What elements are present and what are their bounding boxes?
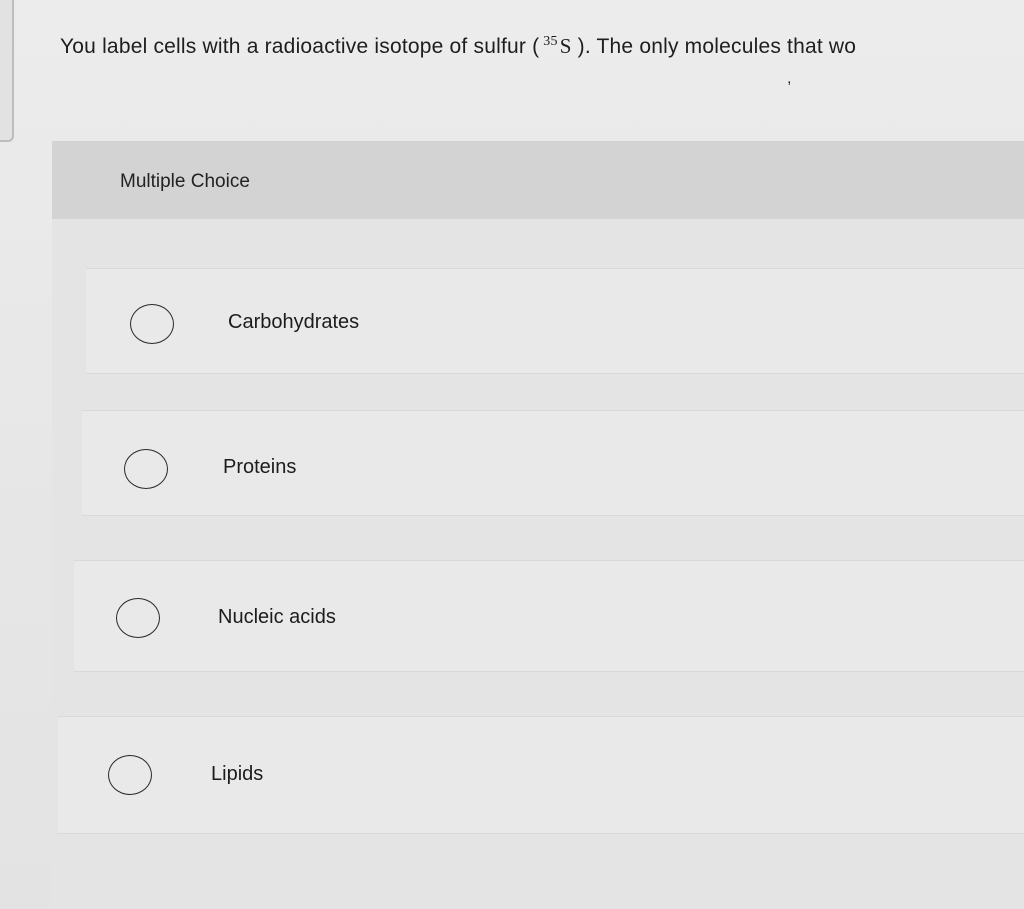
stray-mark: ,	[787, 70, 792, 87]
question-text-before: You label cells with a radioactive isoto…	[60, 35, 540, 58]
radio-button-icon[interactable]	[124, 449, 168, 489]
question-text-after: ). The only molecules that wo	[577, 35, 857, 58]
radio-button-icon[interactable]	[108, 755, 152, 795]
answer-option-label: Proteins	[223, 456, 297, 478]
answer-option-carbohydrates[interactable]: Carbohydrates	[86, 268, 1024, 374]
isotope-symbol: S	[559, 34, 572, 58]
question-type-label: Multiple Choice	[120, 171, 250, 192]
answer-option-lipids[interactable]: Lipids	[58, 716, 1024, 834]
radio-button-icon[interactable]	[116, 598, 160, 638]
answer-option-label: Lipids	[211, 763, 264, 785]
answer-option-label: Nucleic acids	[218, 606, 336, 628]
question-type-header: Multiple Choice	[52, 141, 1024, 219]
isotope-mass-number: 35	[543, 34, 558, 49]
answer-option-label: Carbohydrates	[228, 311, 360, 333]
answer-option-nucleic-acids[interactable]: Nucleic acids	[74, 560, 1024, 672]
answer-option-proteins[interactable]: Proteins	[82, 410, 1024, 516]
previous-panel-edge	[0, 0, 14, 142]
radio-button-icon[interactable]	[130, 304, 174, 344]
question-text: You label cells with a radioactive isoto…	[60, 34, 1024, 59]
